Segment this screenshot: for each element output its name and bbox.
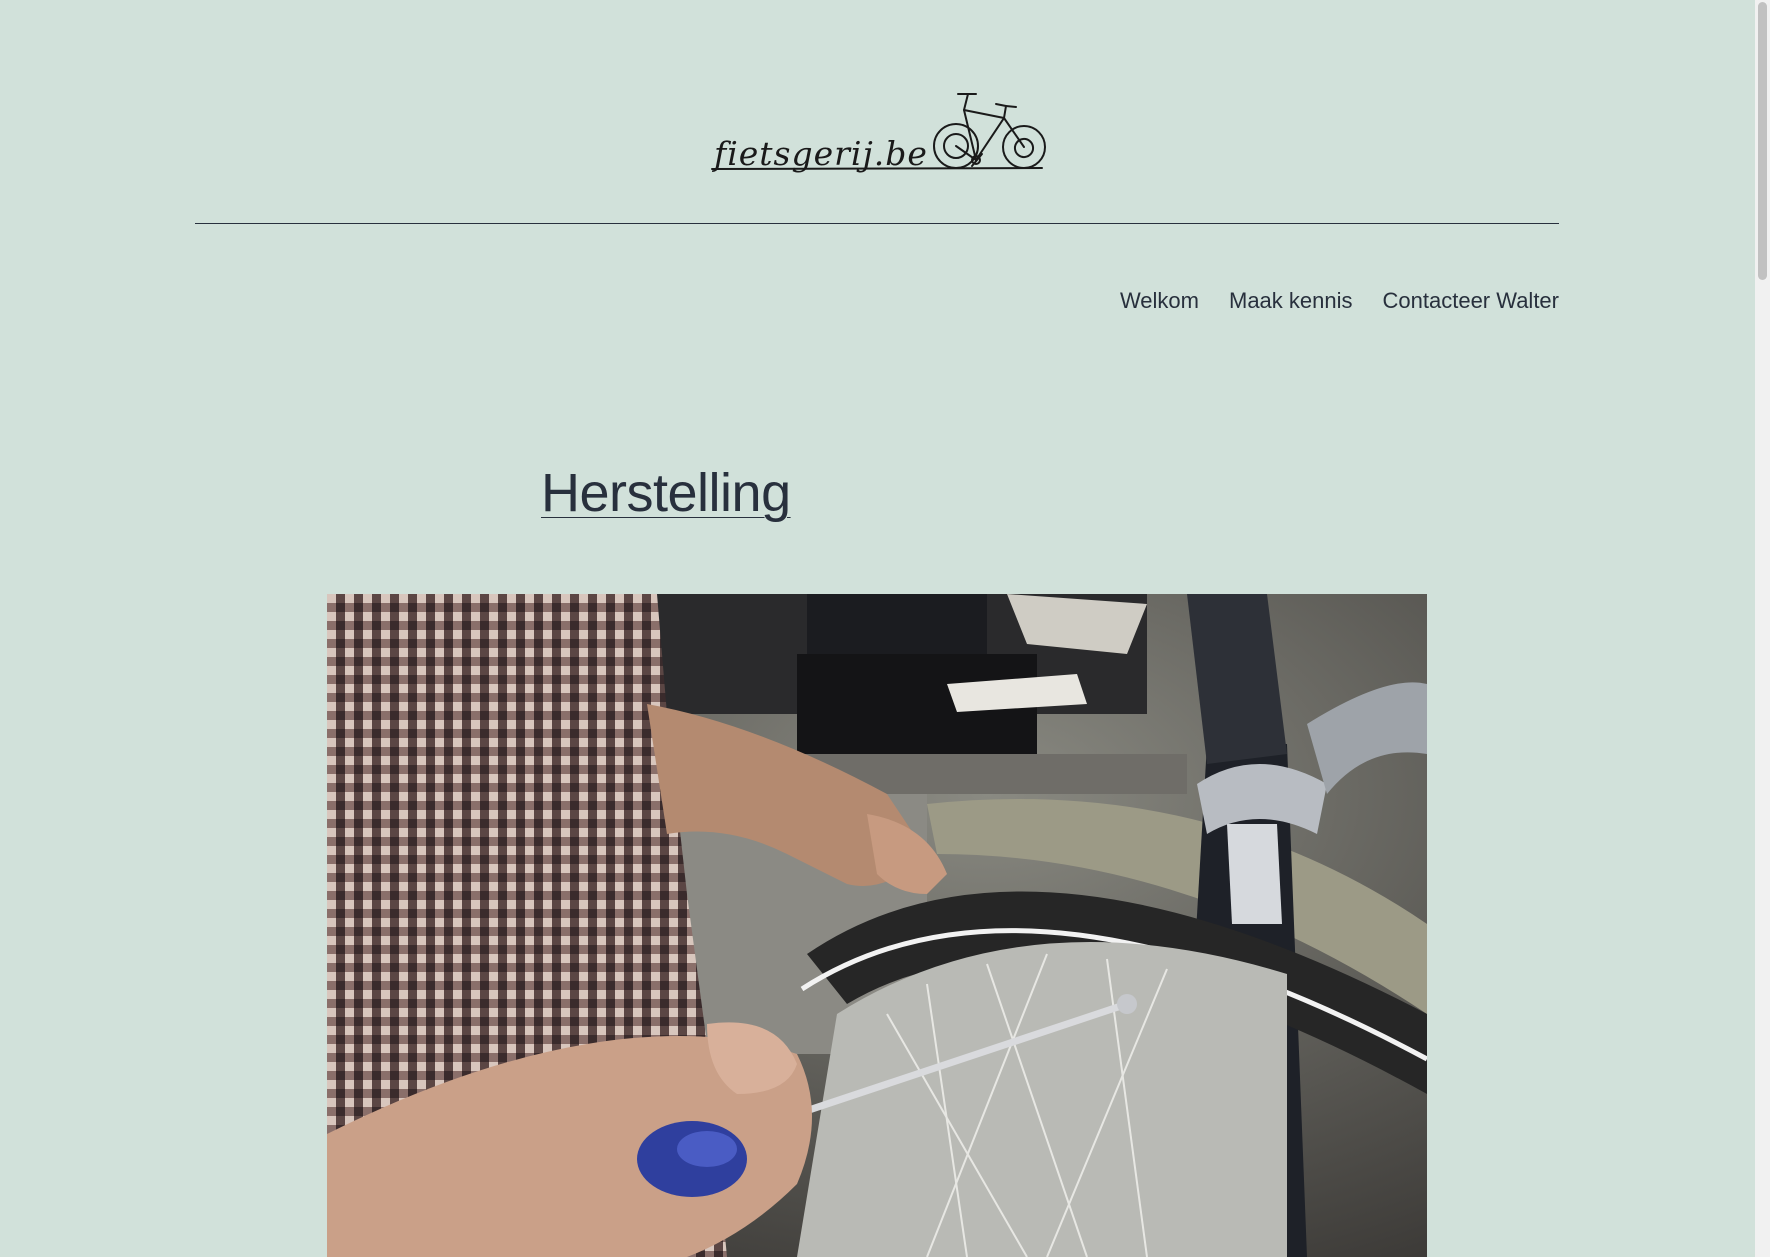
nav-item-welkom[interactable]: Welkom xyxy=(1120,288,1199,314)
logo-text: fietsgerij.be xyxy=(714,134,928,173)
nav-item-contacteer-walter[interactable]: Contacteer Walter xyxy=(1383,288,1559,314)
main-navigation: Welkom Maak kennis Contacteer Walter xyxy=(1120,288,1559,314)
bicycle-repair-photo xyxy=(327,594,1427,1257)
post-title[interactable]: Herstelling xyxy=(541,462,791,524)
page: fietsgerij.be Welkom Maak kennis Contact… xyxy=(0,0,1770,1257)
featured-image xyxy=(327,594,1427,1257)
site-logo[interactable]: fietsgerij.be xyxy=(706,88,1046,180)
nav-item-maak-kennis[interactable]: Maak kennis xyxy=(1229,288,1353,314)
header-divider xyxy=(195,223,1559,224)
page-scrollbar[interactable] xyxy=(1755,0,1770,1257)
scrollbar-thumb[interactable] xyxy=(1758,2,1767,280)
